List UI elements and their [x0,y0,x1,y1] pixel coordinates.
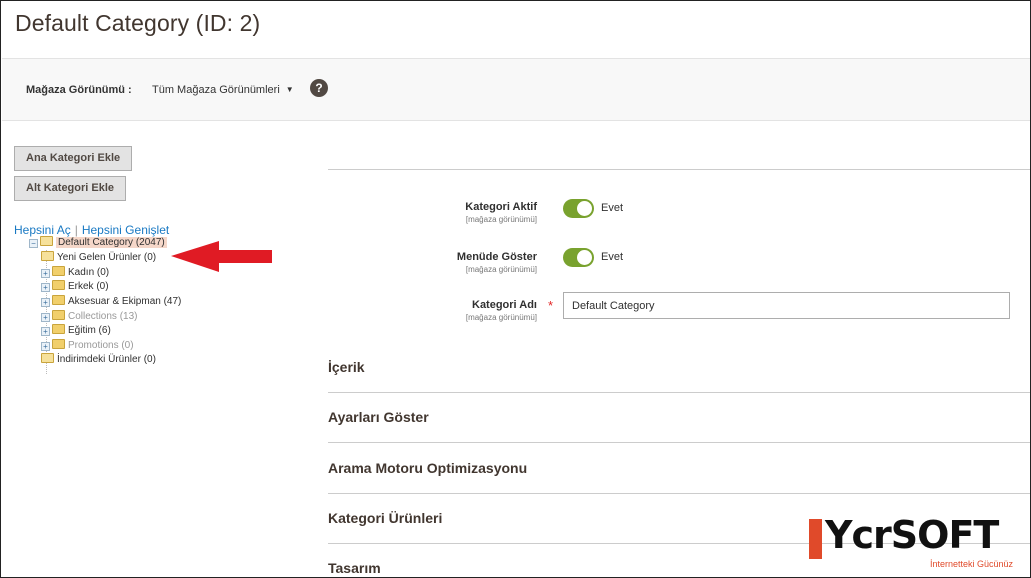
folder-icon [41,251,54,261]
toggle-knob [577,201,592,216]
logo-mark-icon [809,519,822,559]
tree-node-label[interactable]: Kadın (0) [68,267,109,278]
folder-icon [52,339,65,349]
include-in-menu-label: Menüde Göster [456,251,537,263]
category-active-label: Kategori Aktif [465,201,537,213]
expand-icon[interactable]: + [41,313,50,322]
tree-node-promotions[interactable]: + Promotions (0) [41,339,134,353]
add-root-category-button[interactable]: Ana Kategori Ekle [14,146,133,171]
category-active-toggle[interactable] [563,199,594,218]
category-name-scope: [mağaza görünümü] [465,313,537,322]
expand-all-link[interactable]: Hepsini Genişlet [82,223,169,237]
form-top-divider [328,169,1030,170]
store-view-label: Mağaza Görünümü : [26,84,132,96]
include-in-menu-value: Evet [601,251,624,263]
page-frame: Default Category (ID: 2) Mağaza Görünümü… [0,0,1031,578]
tree-node-label[interactable]: Default Category (2047) [56,237,167,248]
tree-node-root[interactable]: − Default Category (2047) [29,236,167,250]
folder-icon [52,280,65,290]
tree-node-collections[interactable]: + Collections (13) [41,310,137,324]
tree-node-label[interactable]: Erkek (0) [68,281,109,292]
section-title: İçerik [328,359,365,375]
tree-node-label[interactable]: İndirimdeki Ürünler (0) [57,354,156,365]
tree-node-label[interactable]: Eğitim (6) [68,325,111,336]
section-title: Kategori Ürünleri [328,510,443,526]
tree-node-men[interactable]: + Erkek (0) [41,280,109,294]
section-display-settings[interactable]: Ayarları Göster [328,393,1030,443]
page-title: Default Category (ID: 2) [15,10,261,36]
folder-open-icon [40,236,53,246]
required-mark: * [548,298,554,313]
tree-node-new-arrivals[interactable]: Yeni Gelen Ürünler (0) [41,251,156,265]
store-view-bar: Mağaza Görünümü : Tüm Mağaza Görünümleri… [2,58,1030,121]
tree-node-training[interactable]: + Eğitim (6) [41,324,111,338]
section-title: Arama Motoru Optimizasyonu [328,460,528,476]
add-subcategory-button[interactable]: Alt Kategori Ekle [14,176,127,201]
folder-icon [41,353,54,363]
category-name-input[interactable] [563,292,1010,319]
expand-icon[interactable]: + [41,283,50,292]
expand-icon[interactable]: + [41,298,50,307]
collapse-icon[interactable]: − [29,239,38,248]
include-in-menu-toggle[interactable] [563,248,594,267]
section-content[interactable]: İçerik [328,343,1030,393]
expand-icon[interactable]: + [41,327,50,336]
tree-node-accessories[interactable]: + Aksesuar & Ekipman (47) [41,295,181,309]
tree-node-label[interactable]: Aksesuar & Ekipman (47) [68,296,181,307]
store-view-selected: Tüm Mağaza Görünümleri [152,84,280,96]
red-arrow-icon [171,241,272,272]
collapse-all-link[interactable]: Hepsini Aç [14,223,71,237]
watermark-logo: YcrSOFT İnternetteki Gücünüz [809,513,1019,575]
tree-node-label[interactable]: Collections (13) [68,311,137,322]
toggle-knob [577,250,592,265]
include-in-menu-scope: [mağaza görünümü] [465,265,537,274]
section-title: Tasarım [328,560,381,576]
category-active-scope: [mağaza görünümü] [465,215,537,224]
tree-node-women[interactable]: + Kadın (0) [41,266,109,280]
tree-node-label[interactable]: Promotions (0) [68,340,134,351]
section-title: Ayarları Göster [328,409,429,425]
tree-node-label[interactable]: Yeni Gelen Ürünler (0) [57,252,156,263]
tree-node-sale[interactable]: İndirimdeki Ürünler (0) [41,353,156,367]
folder-icon [52,324,65,334]
folder-icon [52,310,65,320]
section-seo[interactable]: Arama Motoru Optimizasyonu [328,444,1030,494]
category-name-label: Kategori Adı [472,299,537,311]
expand-icon[interactable]: + [41,342,50,351]
link-separator: | [74,223,78,237]
tree-controls: Hepsini Aç | Hepsini Genişlet [14,223,169,237]
category-active-value: Evet [601,202,624,214]
caret-down-icon: ▼ [285,85,294,94]
store-view-switcher[interactable]: Tüm Mağaza Görünümleri ▼ [152,84,294,96]
logo-wordmark: YcrSOFT [825,513,999,557]
expand-icon[interactable]: + [41,269,50,278]
folder-icon [52,266,65,276]
help-icon[interactable]: ? [310,79,328,97]
logo-tagline: İnternetteki Gücünüz [929,559,1013,569]
folder-icon [52,295,65,305]
